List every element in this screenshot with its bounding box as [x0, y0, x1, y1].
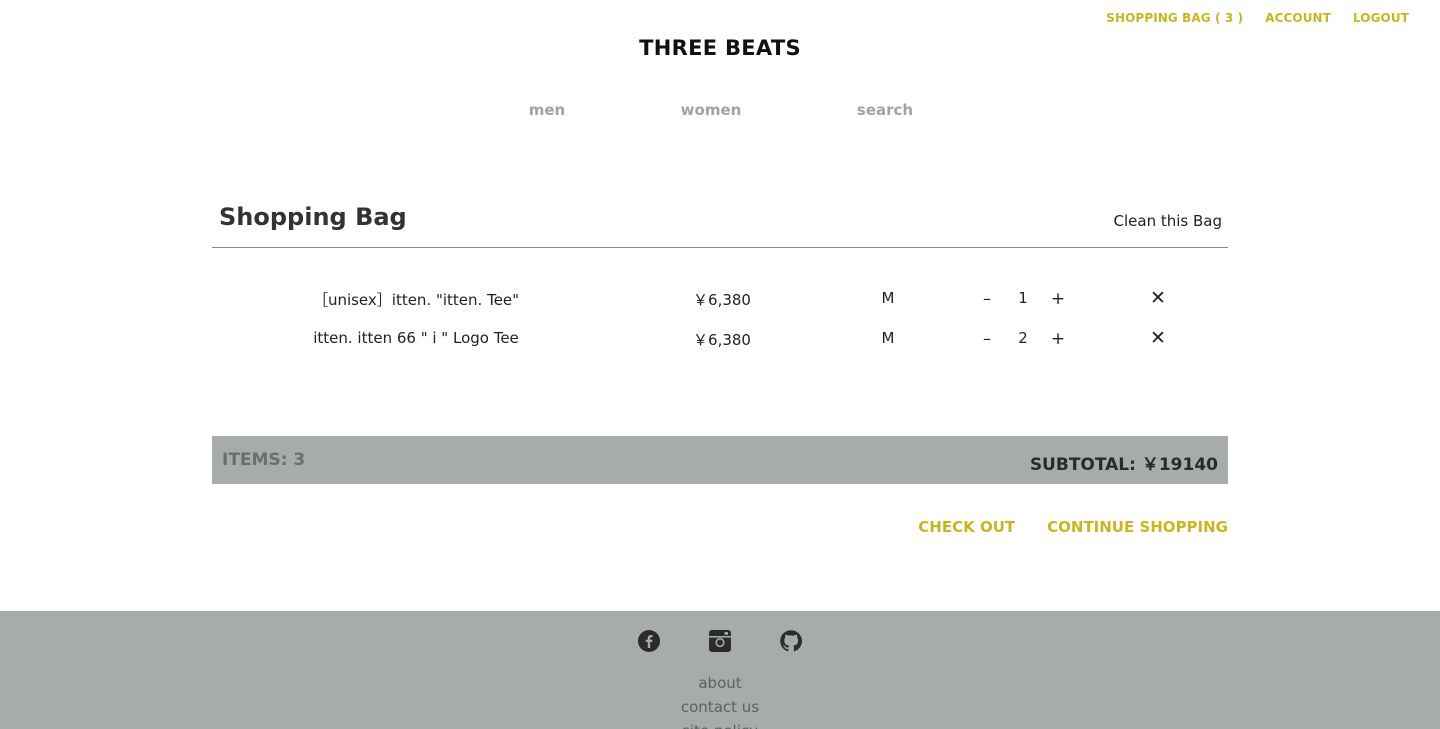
bag-item-row: ［unisex］itten. "itten. Tee" ￥6,380 M – 1…	[212, 287, 1228, 313]
brand-logo[interactable]: THREE BEATS	[0, 36, 1440, 60]
bag-summary: ITEMS: 3 SUBTOTAL: ￥19140	[212, 436, 1228, 484]
nav-women[interactable]: women	[681, 101, 742, 119]
page-title: Shopping Bag	[219, 203, 407, 231]
footer-link-about[interactable]: about	[0, 671, 1440, 695]
bag-item-row: itten. itten 66 " i " Logo Tee ￥6,380 M …	[212, 327, 1228, 353]
item-name[interactable]: ［unisex］itten. "itten. Tee"	[313, 289, 519, 310]
item-price: ￥6,380	[693, 291, 751, 309]
increase-qty-button[interactable]: +	[1051, 289, 1065, 309]
item-size: M	[881, 289, 895, 307]
facebook-icon[interactable]	[637, 629, 661, 653]
nav-search[interactable]: search	[857, 101, 913, 119]
increase-qty-button[interactable]: +	[1051, 329, 1065, 349]
footer-links: about contact us site policy	[0, 671, 1440, 729]
user-nav: SHOPPING BAG ( 3 ) ACCOUNT LOGOUT	[1106, 11, 1409, 25]
clean-bag-button[interactable]: Clean this Bag	[1114, 212, 1222, 230]
item-size: M	[881, 329, 895, 347]
decrease-qty-button[interactable]: –	[983, 289, 991, 308]
main-nav: men women search	[0, 101, 1440, 123]
remove-item-icon[interactable]: ✕	[1150, 287, 1166, 309]
social-links	[0, 629, 1440, 655]
remove-item-icon[interactable]: ✕	[1150, 327, 1166, 349]
divider	[212, 247, 1228, 248]
logout-link[interactable]: LOGOUT	[1353, 11, 1409, 25]
item-price: ￥6,380	[693, 331, 751, 349]
item-name[interactable]: itten. itten 66 " i " Logo Tee	[313, 329, 519, 347]
shopping-bag-link[interactable]: SHOPPING BAG ( 3 )	[1106, 11, 1243, 25]
item-quantity: 1	[1018, 289, 1028, 307]
subtotal: SUBTOTAL: ￥19140	[1029, 455, 1218, 475]
account-link[interactable]: ACCOUNT	[1265, 11, 1331, 25]
checkout-button[interactable]: CHECK OUT	[918, 518, 1015, 536]
page: SHOPPING BAG ( 3 ) ACCOUNT LOGOUT THREE …	[0, 0, 1440, 729]
item-quantity: 2	[1018, 329, 1028, 347]
instagram-icon[interactable]	[708, 629, 732, 653]
footer-link-contact[interactable]: contact us	[0, 695, 1440, 719]
github-icon[interactable]	[779, 629, 803, 653]
footer: about contact us site policy	[0, 611, 1440, 729]
items-count: ITEMS: 3	[222, 450, 306, 470]
nav-men[interactable]: men	[529, 101, 565, 119]
decrease-qty-button[interactable]: –	[983, 329, 991, 348]
footer-link-site-policy[interactable]: site policy	[0, 719, 1440, 729]
continue-shopping-button[interactable]: CONTINUE SHOPPING	[1047, 518, 1228, 536]
bag-actions: CHECK OUT CONTINUE SHOPPING	[918, 518, 1228, 536]
